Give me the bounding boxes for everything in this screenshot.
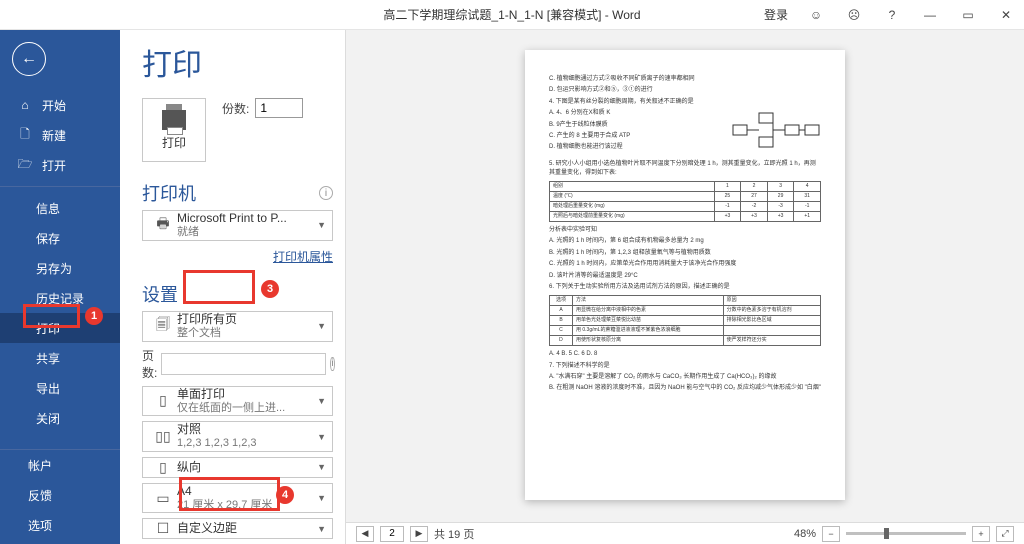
side-sub: 仅在纸面的一侧上进... — [177, 402, 317, 416]
data-table-1: 组别1234 温度 (℃)25272931 暗处理后重量变化 (mg)-1-2-… — [549, 181, 821, 222]
backstage-nav: ← ⌂开始 🗋新建 🗁打开 信息 保存 另存为 历史记录 打印 共享 导出 关闭… — [0, 30, 120, 544]
zoom-in-button[interactable]: + — [972, 526, 990, 542]
scope-sub: 整个文档 — [177, 327, 317, 341]
collate-dropdown[interactable]: ▯▯ 对照 1,2,3 1,2,3 1,2,3 ▼ — [142, 421, 333, 452]
nav-account[interactable]: 帐户 — [0, 450, 120, 480]
orientation-dropdown[interactable]: ▯ 纵向 ▼ — [142, 457, 333, 478]
nav-saveas[interactable]: 另存为 — [0, 253, 120, 283]
side-dropdown[interactable]: ▯ 单面打印 仅在纸面的一侧上进... ▼ — [142, 386, 333, 417]
chevron-down-icon: ▼ — [317, 321, 326, 331]
settings-section-title: 设置 — [142, 281, 333, 307]
prev-page-button[interactable]: ◀ — [356, 526, 374, 542]
print-button[interactable]: 打印 — [142, 98, 206, 162]
paper-title: A4 — [177, 484, 317, 499]
total-pages: 共 19 页 — [434, 526, 474, 542]
zoom-level: 48% — [794, 528, 816, 540]
back-arrow-icon: ← — [21, 50, 37, 68]
help-icon[interactable]: ? — [874, 1, 910, 29]
printer-section-title: 打印机 i — [142, 180, 333, 206]
collate-icon: ▯▯ — [149, 428, 177, 445]
chevron-down-icon: ▼ — [317, 524, 326, 534]
paper-dropdown[interactable]: ▭ A4 21 厘米 x 29.7 厘米 ▼ — [142, 483, 333, 514]
chevron-down-icon: ▼ — [317, 462, 326, 472]
margin-title: 自定义边距 — [177, 521, 317, 536]
main-area: ← ⌂开始 🗋新建 🗁打开 信息 保存 另存为 历史记录 打印 共享 导出 关闭… — [0, 30, 1024, 544]
printer-properties-link[interactable]: 打印机属性 — [273, 250, 333, 264]
printer-properties-row: 打印机属性 — [142, 248, 333, 265]
portrait-icon: ▯ — [149, 459, 177, 476]
new-file-icon: 🗋 — [18, 125, 32, 146]
preview-canvas[interactable]: C. 植物细胞通过方式②吸收不同矿质离子的速率都相同 D. 包运只影响方式②和⑤… — [346, 30, 1024, 522]
copies-label: 份数: — [222, 100, 249, 117]
nav-close[interactable]: 关闭 — [0, 403, 120, 433]
print-panel: 打印 打印 份数: 打印机 i 🖶 Microsoft Print to P..… — [120, 30, 345, 544]
margin-dropdown[interactable]: ☐ 自定义边距 ▼ — [142, 518, 333, 539]
chevron-down-icon: ▼ — [317, 396, 326, 406]
nav-open[interactable]: 🗁打开 — [0, 150, 120, 180]
chevron-down-icon: ▼ — [317, 432, 326, 442]
close-icon[interactable]: ✕ — [988, 1, 1024, 29]
pages-label: 页数: — [142, 347, 157, 381]
side-title: 单面打印 — [177, 387, 317, 402]
diagram-icon — [731, 109, 821, 153]
current-page-input[interactable] — [380, 526, 404, 542]
nav-export[interactable]: 导出 — [0, 373, 120, 403]
nav-save[interactable]: 保存 — [0, 223, 120, 253]
paper-sub: 21 厘米 x 29.7 厘米 — [177, 499, 317, 513]
nav-options[interactable]: 选项 — [0, 510, 120, 540]
printer-info-icon[interactable]: i — [319, 186, 333, 200]
preview-page: C. 植物细胞通过方式②吸收不同矿质离子的速率都相同 D. 包运只影响方式②和⑤… — [525, 50, 845, 500]
home-icon: ⌂ — [18, 98, 32, 112]
content-area: 打印 打印 份数: 打印机 i 🖶 Microsoft Print to P..… — [120, 30, 1024, 544]
margin-icon: ☐ — [149, 520, 177, 537]
nav-share[interactable]: 共享 — [0, 343, 120, 373]
copies-input[interactable] — [255, 98, 303, 118]
pages-info-icon[interactable]: i — [330, 357, 334, 371]
collate-sub: 1,2,3 1,2,3 1,2,3 — [177, 437, 317, 451]
single-side-icon: ▯ — [149, 392, 177, 409]
zoom-fit-button[interactable]: ⤢ — [996, 526, 1014, 542]
maximize-icon[interactable]: ▭ — [950, 1, 986, 29]
print-preview: C. 植物细胞通过方式②吸收不同矿质离子的速率都相同 D. 包运只影响方式②和⑤… — [345, 30, 1024, 544]
printer-dropdown[interactable]: 🖶 Microsoft Print to P... 就绪 ▼ — [142, 210, 333, 241]
pages-input[interactable] — [161, 353, 326, 375]
nav-new[interactable]: 🗋新建 — [0, 120, 120, 150]
printer-name: Microsoft Print to P... — [177, 211, 317, 226]
nav-bottom-group: 帐户 反馈 选项 — [0, 449, 120, 544]
pages-icon: 🗐 — [149, 314, 177, 338]
printer-icon — [162, 110, 186, 130]
feedback-frown-icon[interactable]: ☹ — [836, 1, 872, 29]
minimize-icon[interactable]: — — [912, 1, 948, 29]
next-page-button[interactable]: ▶ — [410, 526, 428, 542]
preview-statusbar: ◀ ▶ 共 19 页 48% − + ⤢ — [346, 522, 1024, 544]
pages-row: 页数: i — [142, 347, 333, 381]
chevron-down-icon: ▼ — [317, 493, 326, 503]
nav-feedback[interactable]: 反馈 — [0, 480, 120, 510]
scope-title: 打印所有页 — [177, 312, 317, 327]
login-button[interactable]: 登录 — [756, 6, 796, 23]
print-heading: 打印 — [142, 40, 333, 84]
chevron-down-icon: ▼ — [317, 220, 326, 230]
back-button[interactable]: ← — [12, 42, 46, 76]
nav-print[interactable]: 打印 — [0, 313, 120, 343]
printer-status-icon: 🖶 — [149, 213, 177, 237]
paper-icon: ▭ — [149, 490, 177, 507]
zoom-out-button[interactable]: − — [822, 526, 840, 542]
printer-status: 就绪 — [177, 226, 317, 240]
zoom-slider[interactable] — [846, 532, 966, 535]
window-title: 高二下学期理综试题_1-N_1-N [兼容模式] - Word — [383, 6, 640, 23]
data-table-2: 选项方法原因 A用显微在给分离中液相中的色素分数中的色素多溶于有机溶剂 B用单色… — [549, 295, 821, 346]
open-folder-icon: 🗁 — [18, 155, 32, 176]
print-scope-dropdown[interactable]: 🗐 打印所有页 整个文档 ▼ — [142, 311, 333, 342]
title-bar: 高二下学期理综试题_1-N_1-N [兼容模式] - Word 登录 ☺ ☹ ?… — [0, 0, 1024, 30]
feedback-smile-icon[interactable]: ☺ — [798, 1, 834, 29]
orient-title: 纵向 — [177, 460, 317, 475]
collate-title: 对照 — [177, 422, 317, 437]
nav-history[interactable]: 历史记录 — [0, 283, 120, 313]
nav-info[interactable]: 信息 — [0, 193, 120, 223]
title-controls: 登录 ☺ ☹ ? — ▭ ✕ — [756, 1, 1024, 29]
nav-home[interactable]: ⌂开始 — [0, 90, 120, 120]
copies-field: 份数: — [222, 98, 303, 118]
print-block: 打印 份数: — [142, 98, 333, 162]
